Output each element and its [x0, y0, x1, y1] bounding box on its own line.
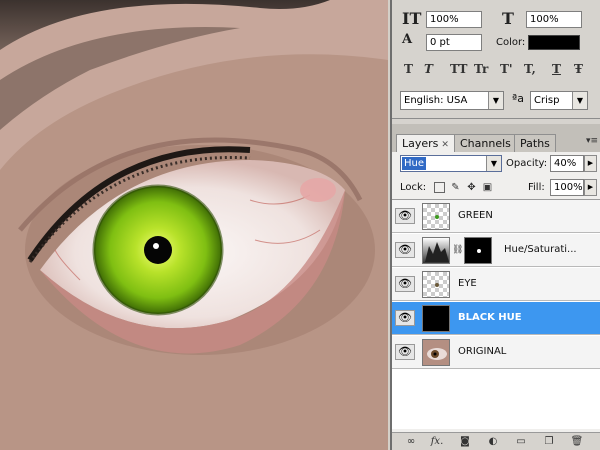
- image-canvas[interactable]: [0, 0, 388, 450]
- trash-icon[interactable]: 🗑: [570, 435, 584, 448]
- fill-field[interactable]: 100%: [550, 179, 584, 196]
- layers-tab-bar: Layers ✕ Channels Paths ▾≡: [392, 124, 600, 152]
- layer-thumbnail: [422, 305, 450, 332]
- text-color-swatch[interactable]: [528, 35, 580, 50]
- add-mask-icon[interactable]: ◙: [458, 435, 472, 448]
- blend-mode-select[interactable]: Hue ▼: [400, 155, 502, 172]
- tab-channels[interactable]: Channels: [454, 134, 517, 152]
- tab-paths[interactable]: Paths: [514, 134, 556, 152]
- layer-row-original[interactable]: 👁 ORIGINAL: [392, 336, 600, 369]
- layer-name: GREEN: [458, 210, 493, 221]
- adjustment-icon: [422, 237, 450, 264]
- chevron-down-icon: ▼: [572, 92, 587, 109]
- new-group-icon[interactable]: ▭: [514, 435, 528, 448]
- text-style-buttons: T T TT Tr T' T, T Ŧ: [402, 62, 592, 80]
- layer-row-black-hue[interactable]: 👁 BLACK HUE: [392, 302, 600, 335]
- layer-mask-thumbnail[interactable]: [464, 237, 492, 264]
- color-label: Color:: [496, 37, 526, 48]
- chain-link-icon[interactable]: ⛓: [452, 245, 463, 255]
- leading-icon: IT: [402, 9, 422, 28]
- lock-all-icon[interactable]: ▣: [482, 182, 493, 193]
- leading-field[interactable]: 100%: [426, 11, 482, 28]
- new-layer-icon[interactable]: ❐: [542, 435, 556, 448]
- lock-image-icon[interactable]: ✎: [450, 182, 461, 193]
- eye-photo: [0, 0, 388, 450]
- all-caps-button[interactable]: TT: [450, 62, 467, 76]
- eye-icon[interactable]: 👁: [395, 208, 415, 224]
- layer-thumbnail: [422, 271, 450, 298]
- antialias-select[interactable]: Crisp ▼: [530, 91, 588, 110]
- eye-icon[interactable]: 👁: [395, 344, 415, 360]
- chevron-down-icon: ▼: [488, 92, 503, 109]
- layer-row-hue-saturation[interactable]: 👁 ⛓ Hue/Saturati...: [392, 234, 600, 267]
- layer-name: Hue/Saturati...: [504, 244, 577, 255]
- language-select[interactable]: English: USA ▼: [400, 91, 504, 110]
- chevron-down-icon: ▼: [486, 156, 501, 171]
- layers-panel: Hue ▼ Opacity: 40% ▶ Lock: ✎ ✥ ▣ Fill: 1…: [392, 152, 600, 450]
- small-caps-button[interactable]: Tr: [474, 62, 488, 76]
- baseline-shift-icon: A: [402, 32, 413, 47]
- subscript-button[interactable]: T,: [524, 62, 536, 76]
- lock-transparent-icon[interactable]: [434, 182, 445, 193]
- tracking-field[interactable]: 100%: [526, 11, 582, 28]
- layer-name: EYE: [458, 278, 477, 289]
- fx-icon[interactable]: fx.: [430, 435, 444, 448]
- eye-icon[interactable]: 👁: [395, 276, 415, 292]
- lock-position-icon[interactable]: ✥: [466, 182, 477, 193]
- fill-arrow-icon[interactable]: ▶: [584, 179, 597, 196]
- adjustment-layer-icon[interactable]: ◐: [486, 435, 500, 448]
- layer-thumbnail: [422, 339, 450, 366]
- layer-name: ORIGINAL: [458, 346, 507, 357]
- layer-row-green[interactable]: 👁 GREEN: [392, 200, 600, 233]
- panel-divider: [392, 118, 600, 119]
- faux-bold-button[interactable]: T: [404, 62, 413, 76]
- leading-row: IT 100% T 100%: [392, 8, 600, 30]
- layer-list: 👁 GREEN 👁 ⛓ Hue/Saturati... �: [392, 199, 600, 429]
- panel-menu-icon[interactable]: ▾≡: [586, 136, 598, 146]
- baseline-field[interactable]: 0 pt: [426, 34, 482, 51]
- eye-icon[interactable]: 👁: [395, 310, 415, 326]
- lock-label: Lock:: [400, 182, 427, 193]
- tab-layers[interactable]: Layers ✕: [396, 134, 455, 152]
- faux-italic-button[interactable]: T: [424, 62, 433, 76]
- eye-icon[interactable]: 👁: [395, 242, 415, 258]
- close-icon[interactable]: ✕: [441, 140, 449, 150]
- strikethrough-button[interactable]: Ŧ: [574, 62, 583, 76]
- layer-thumbnail: [422, 203, 450, 230]
- superscript-button[interactable]: T': [500, 62, 513, 76]
- antialias-icon: ªa: [512, 92, 524, 105]
- layer-name: BLACK HUE: [458, 312, 522, 323]
- layers-footer: ∞ fx. ◙ ◐ ▭ ❐ 🗑: [392, 432, 600, 450]
- layer-row-eye[interactable]: 👁 EYE: [392, 268, 600, 301]
- tracking-icon: T: [502, 9, 514, 28]
- opacity-field[interactable]: 40%: [550, 155, 584, 172]
- underline-button[interactable]: T: [552, 62, 561, 76]
- opacity-label: Opacity:: [506, 158, 548, 169]
- side-panels: IT 100% T 100% A 0 pt Color: T T TT Tr T…: [390, 0, 600, 450]
- opacity-arrow-icon[interactable]: ▶: [584, 155, 597, 172]
- baseline-row: A 0 pt Color:: [392, 32, 600, 54]
- link-layers-icon[interactable]: ∞: [404, 435, 418, 448]
- fill-label: Fill:: [528, 182, 545, 193]
